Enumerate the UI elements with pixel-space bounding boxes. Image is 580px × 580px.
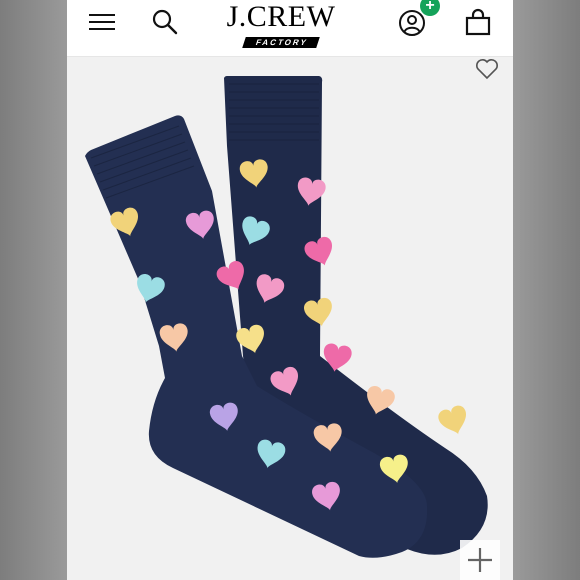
shopping-bag-icon[interactable] bbox=[463, 8, 493, 38]
heart-outline-icon[interactable] bbox=[476, 59, 498, 80]
logo-subtitle: FACTORY bbox=[242, 37, 320, 48]
top-header: J.CREW FACTORY + bbox=[67, 0, 513, 57]
app-screen: J.CREW FACTORY + bbox=[67, 0, 513, 580]
add-badge[interactable]: + bbox=[420, 0, 440, 16]
left-backdrop bbox=[0, 0, 67, 580]
product-image-area bbox=[67, 56, 513, 580]
search-icon[interactable] bbox=[151, 8, 179, 36]
product-photo-socks bbox=[85, 59, 498, 558]
logo-wordmark: J.CREW bbox=[226, 0, 336, 33]
right-backdrop bbox=[513, 0, 580, 580]
jcrew-factory-logo[interactable]: J.CREW FACTORY bbox=[219, 0, 343, 48]
hamburger-menu-icon[interactable] bbox=[87, 10, 117, 34]
plus-zoom-icon[interactable] bbox=[460, 540, 500, 580]
